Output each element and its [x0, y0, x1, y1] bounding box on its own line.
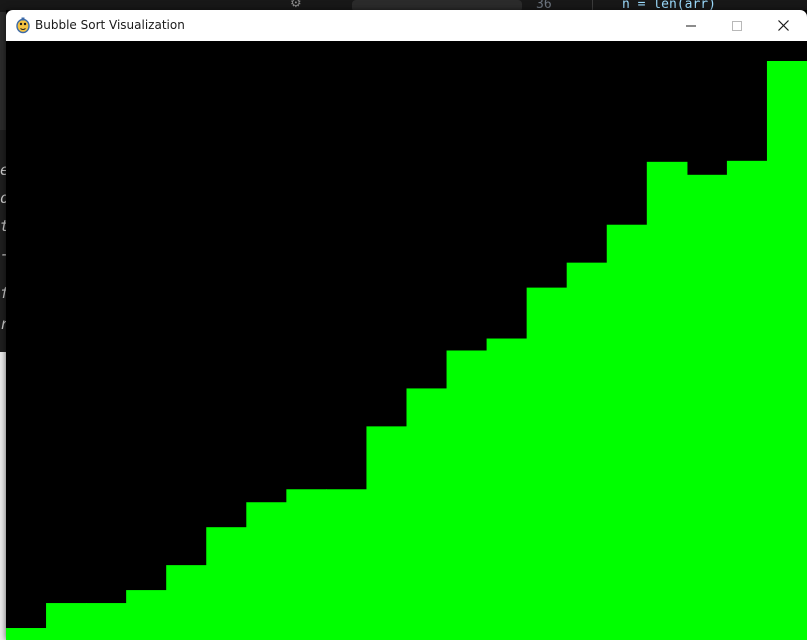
bar	[206, 527, 247, 640]
bar	[326, 489, 368, 640]
bar	[246, 502, 287, 640]
pygame-snake-icon	[16, 17, 30, 34]
bar	[526, 287, 568, 640]
minimize-button[interactable]	[668, 10, 714, 41]
bar	[446, 350, 488, 640]
pygame-window[interactable]: Bubble Sort Visualization	[6, 10, 807, 640]
bar	[366, 426, 408, 640]
bar	[406, 388, 448, 640]
bar	[86, 603, 127, 640]
bar	[646, 161, 688, 640]
close-icon	[777, 20, 789, 31]
maximize-icon	[732, 20, 742, 31]
bar	[726, 160, 768, 640]
bar	[6, 628, 47, 640]
bar	[286, 489, 327, 640]
bar	[606, 224, 648, 640]
bar	[686, 174, 728, 640]
bar	[766, 61, 807, 640]
bars-chart	[6, 61, 807, 640]
desktop: ⚙ 36 n = len(arr) e o t - f r Bubble Sor…	[0, 0, 807, 640]
bar	[166, 565, 207, 640]
bar	[566, 262, 608, 640]
window-titlebar[interactable]: Bubble Sort Visualization	[6, 10, 807, 41]
bar	[486, 338, 528, 640]
bar	[126, 590, 167, 640]
visualization-canvas	[6, 41, 807, 640]
close-button[interactable]	[760, 10, 806, 41]
maximize-button[interactable]	[714, 10, 760, 41]
window-title: Bubble Sort Visualization	[35, 18, 185, 32]
minimize-icon	[686, 25, 696, 26]
bar	[46, 603, 87, 640]
